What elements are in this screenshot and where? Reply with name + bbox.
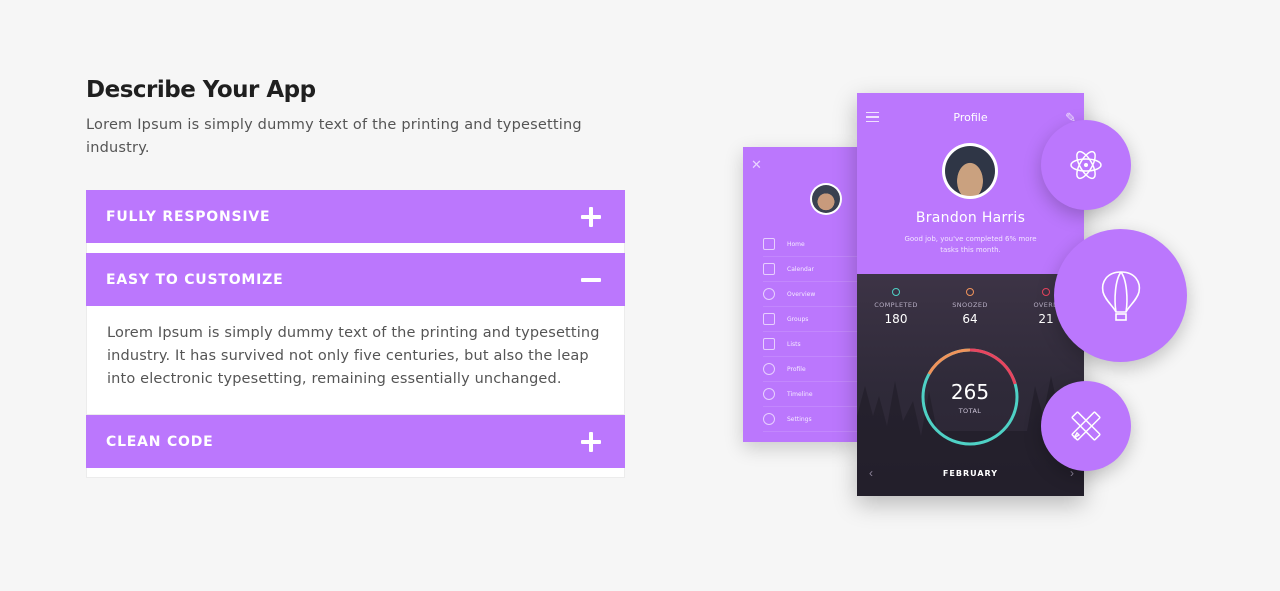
sidebar-item-label: Timeline [787,390,813,398]
accordion-spacer [86,243,625,253]
accordion-header-easy-to-customize[interactable]: EASY TO CUSTOMIZE [86,253,625,306]
plus-icon[interactable] [581,206,601,227]
accordion-label: FULLY RESPONSIVE [106,208,271,225]
sidebar-item-label: Lists [787,340,801,348]
user-name: Brandon Harris [915,210,1026,226]
intro-section: Describe Your App Lorem Ipsum is simply … [86,74,626,160]
accordion-label: CLEAN CODE [106,433,214,450]
accordion-panel-easy-to-customize: Lorem Ipsum is simply dummy text of the … [86,306,625,415]
sidebar-item-label: Calendar [787,265,814,273]
plus-icon[interactable] [581,431,601,452]
close-icon: ✕ [751,157,762,172]
total-label: TOTAL [958,407,982,415]
pencil-ruler-icon [1071,411,1101,441]
section-description: Lorem Ipsum is simply dummy text of the … [86,117,582,156]
stat-completed: COMPLETED 180 [861,288,931,326]
total-value: 265 [950,380,990,404]
stat-snoozed: SNOOZED 64 [935,288,1005,326]
sidebar-item-timeline: Timeline [763,382,858,407]
section-title: Describe Your App [86,77,316,103]
status-dot [966,288,974,296]
grid-icon [763,313,775,325]
sidebar-item-label: Settings [787,415,812,423]
minus-icon[interactable] [581,270,601,290]
gear-icon [763,413,775,425]
atom-icon [1070,150,1102,180]
sidebar-item-home: Home [763,232,858,257]
stat-value: 180 [884,312,908,326]
pie-chart-icon [763,288,775,300]
clock-icon [763,388,775,400]
sidebar-item-profile: Profile [763,357,858,382]
sidebar-item-calendar: Calendar [763,257,858,282]
design-feature-badge [1041,381,1131,471]
user-subtitle: Good job, you've completed 6% more tasks… [904,235,1037,254]
sidebar-screen-mockup: ✕ Home Calendar Overview Groups Lists Pr… [743,147,858,442]
sidebar-item-settings: Settings [763,407,858,432]
avatar [942,143,998,199]
status-dot [1042,288,1050,296]
screen-title: Profile [953,111,988,124]
sidebar-item-label: Overview [787,290,816,298]
atom-feature-badge [1041,120,1131,210]
home-icon [763,238,775,250]
stat-label: SNOOZED [952,301,988,309]
hot-air-balloon-icon [1101,270,1140,321]
user-icon [763,363,775,375]
sidebar-item-label: Groups [787,315,809,323]
avatar [810,183,842,215]
features-accordion: FULLY RESPONSIVE EASY TO CUSTOMIZE Lorem… [86,190,625,478]
stat-label: COMPLETED [874,301,918,309]
sidebar-menu: Home Calendar Overview Groups Lists Prof… [763,232,858,432]
accordion-panel-text: Lorem Ipsum is simply dummy text of the … [107,325,600,387]
stats-panel: COMPLETED 180 SNOOZED 64 OVERD 21 265 TO… [857,274,1084,496]
accordion-label: EASY TO CUSTOMIZE [106,271,284,288]
sidebar-item-lists: Lists [763,332,858,357]
month-label: FEBRUARY [942,469,999,478]
accordion-header-clean-code[interactable]: CLEAN CODE [86,415,625,468]
status-dot [892,288,900,296]
sidebar-item-groups: Groups [763,307,858,332]
list-icon [763,338,775,350]
balloon-feature-badge [1054,229,1187,362]
accordion-header-fully-responsive[interactable]: FULLY RESPONSIVE [86,190,625,243]
accordion-spacer [86,468,625,478]
sidebar-item-label: Profile [787,365,806,373]
stat-value: 64 [962,312,978,326]
sidebar-item-overview: Overview [763,282,858,307]
calendar-icon [763,263,775,275]
sidebar-item-label: Home [787,240,805,248]
